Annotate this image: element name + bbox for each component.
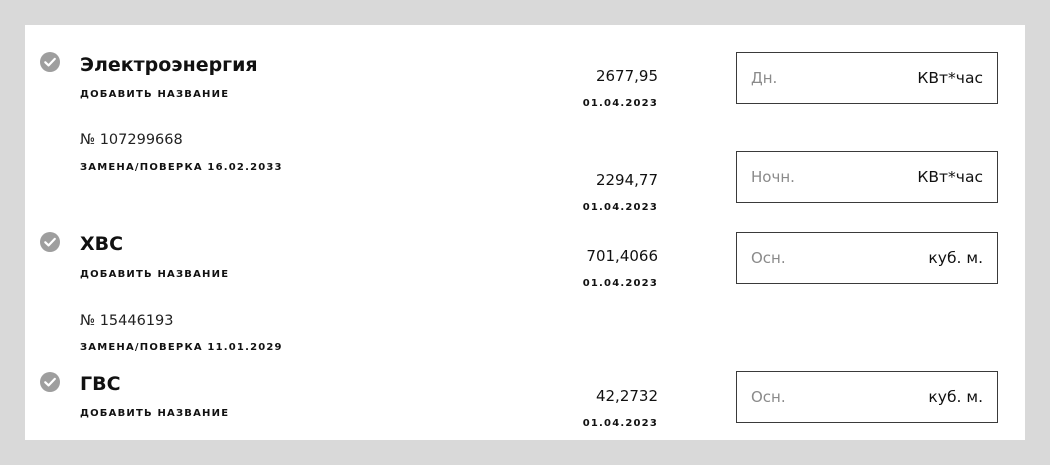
add-name-link[interactable]: ДОБАВИТЬ НАЗВАНИЕ — [80, 89, 229, 100]
meter-serial: № 107299668 — [80, 132, 183, 148]
reading-input[interactable] — [751, 53, 901, 103]
meter-title: ХВС — [80, 233, 124, 255]
reading-input[interactable] — [751, 372, 901, 422]
unit-label: куб. м. — [928, 249, 983, 267]
last-reading-value: 2294,77 — [595, 171, 658, 189]
meter-title: ГВС — [80, 373, 121, 395]
check-circle-icon — [40, 52, 60, 72]
unit-label: КВт*час — [917, 168, 983, 186]
replace-date: ЗАМЕНА/ПОВЕРКА 11.01.2029 — [80, 342, 283, 353]
replace-date: ЗАМЕНА/ПОВЕРКА 16.02.2033 — [80, 162, 283, 173]
unit-label: куб. м. — [928, 388, 983, 406]
meter-serial: № 15446193 — [80, 313, 174, 329]
reading-input-day[interactable]: КВт*час — [736, 52, 998, 104]
last-reading-date: 01.04.2023 — [582, 418, 658, 429]
meter-title: Электроэнергия — [80, 54, 258, 76]
reading-input[interactable] — [751, 233, 901, 283]
check-circle-icon — [40, 232, 60, 252]
last-reading-date: 01.04.2023 — [582, 278, 658, 289]
last-reading-value: 701,4066 — [586, 247, 658, 265]
last-reading-value: 2677,95 — [595, 67, 658, 85]
add-name-link[interactable]: ДОБАВИТЬ НАЗВАНИЕ — [80, 269, 229, 280]
reading-input[interactable] — [751, 152, 901, 202]
check-circle-icon — [40, 372, 60, 392]
last-reading-date: 01.04.2023 — [582, 98, 658, 109]
reading-input-night[interactable]: КВт*час — [736, 151, 998, 203]
last-reading-date: 01.04.2023 — [582, 202, 658, 213]
last-reading-value: 42,2732 — [595, 387, 658, 405]
add-name-link[interactable]: ДОБАВИТЬ НАЗВАНИЕ — [80, 408, 229, 419]
reading-input-main[interactable]: куб. м. — [736, 232, 998, 284]
reading-input-main[interactable]: куб. м. — [736, 371, 998, 423]
unit-label: КВт*час — [917, 69, 983, 87]
meters-card: Электроэнергия ДОБАВИТЬ НАЗВАНИЕ № 10729… — [25, 25, 1025, 440]
